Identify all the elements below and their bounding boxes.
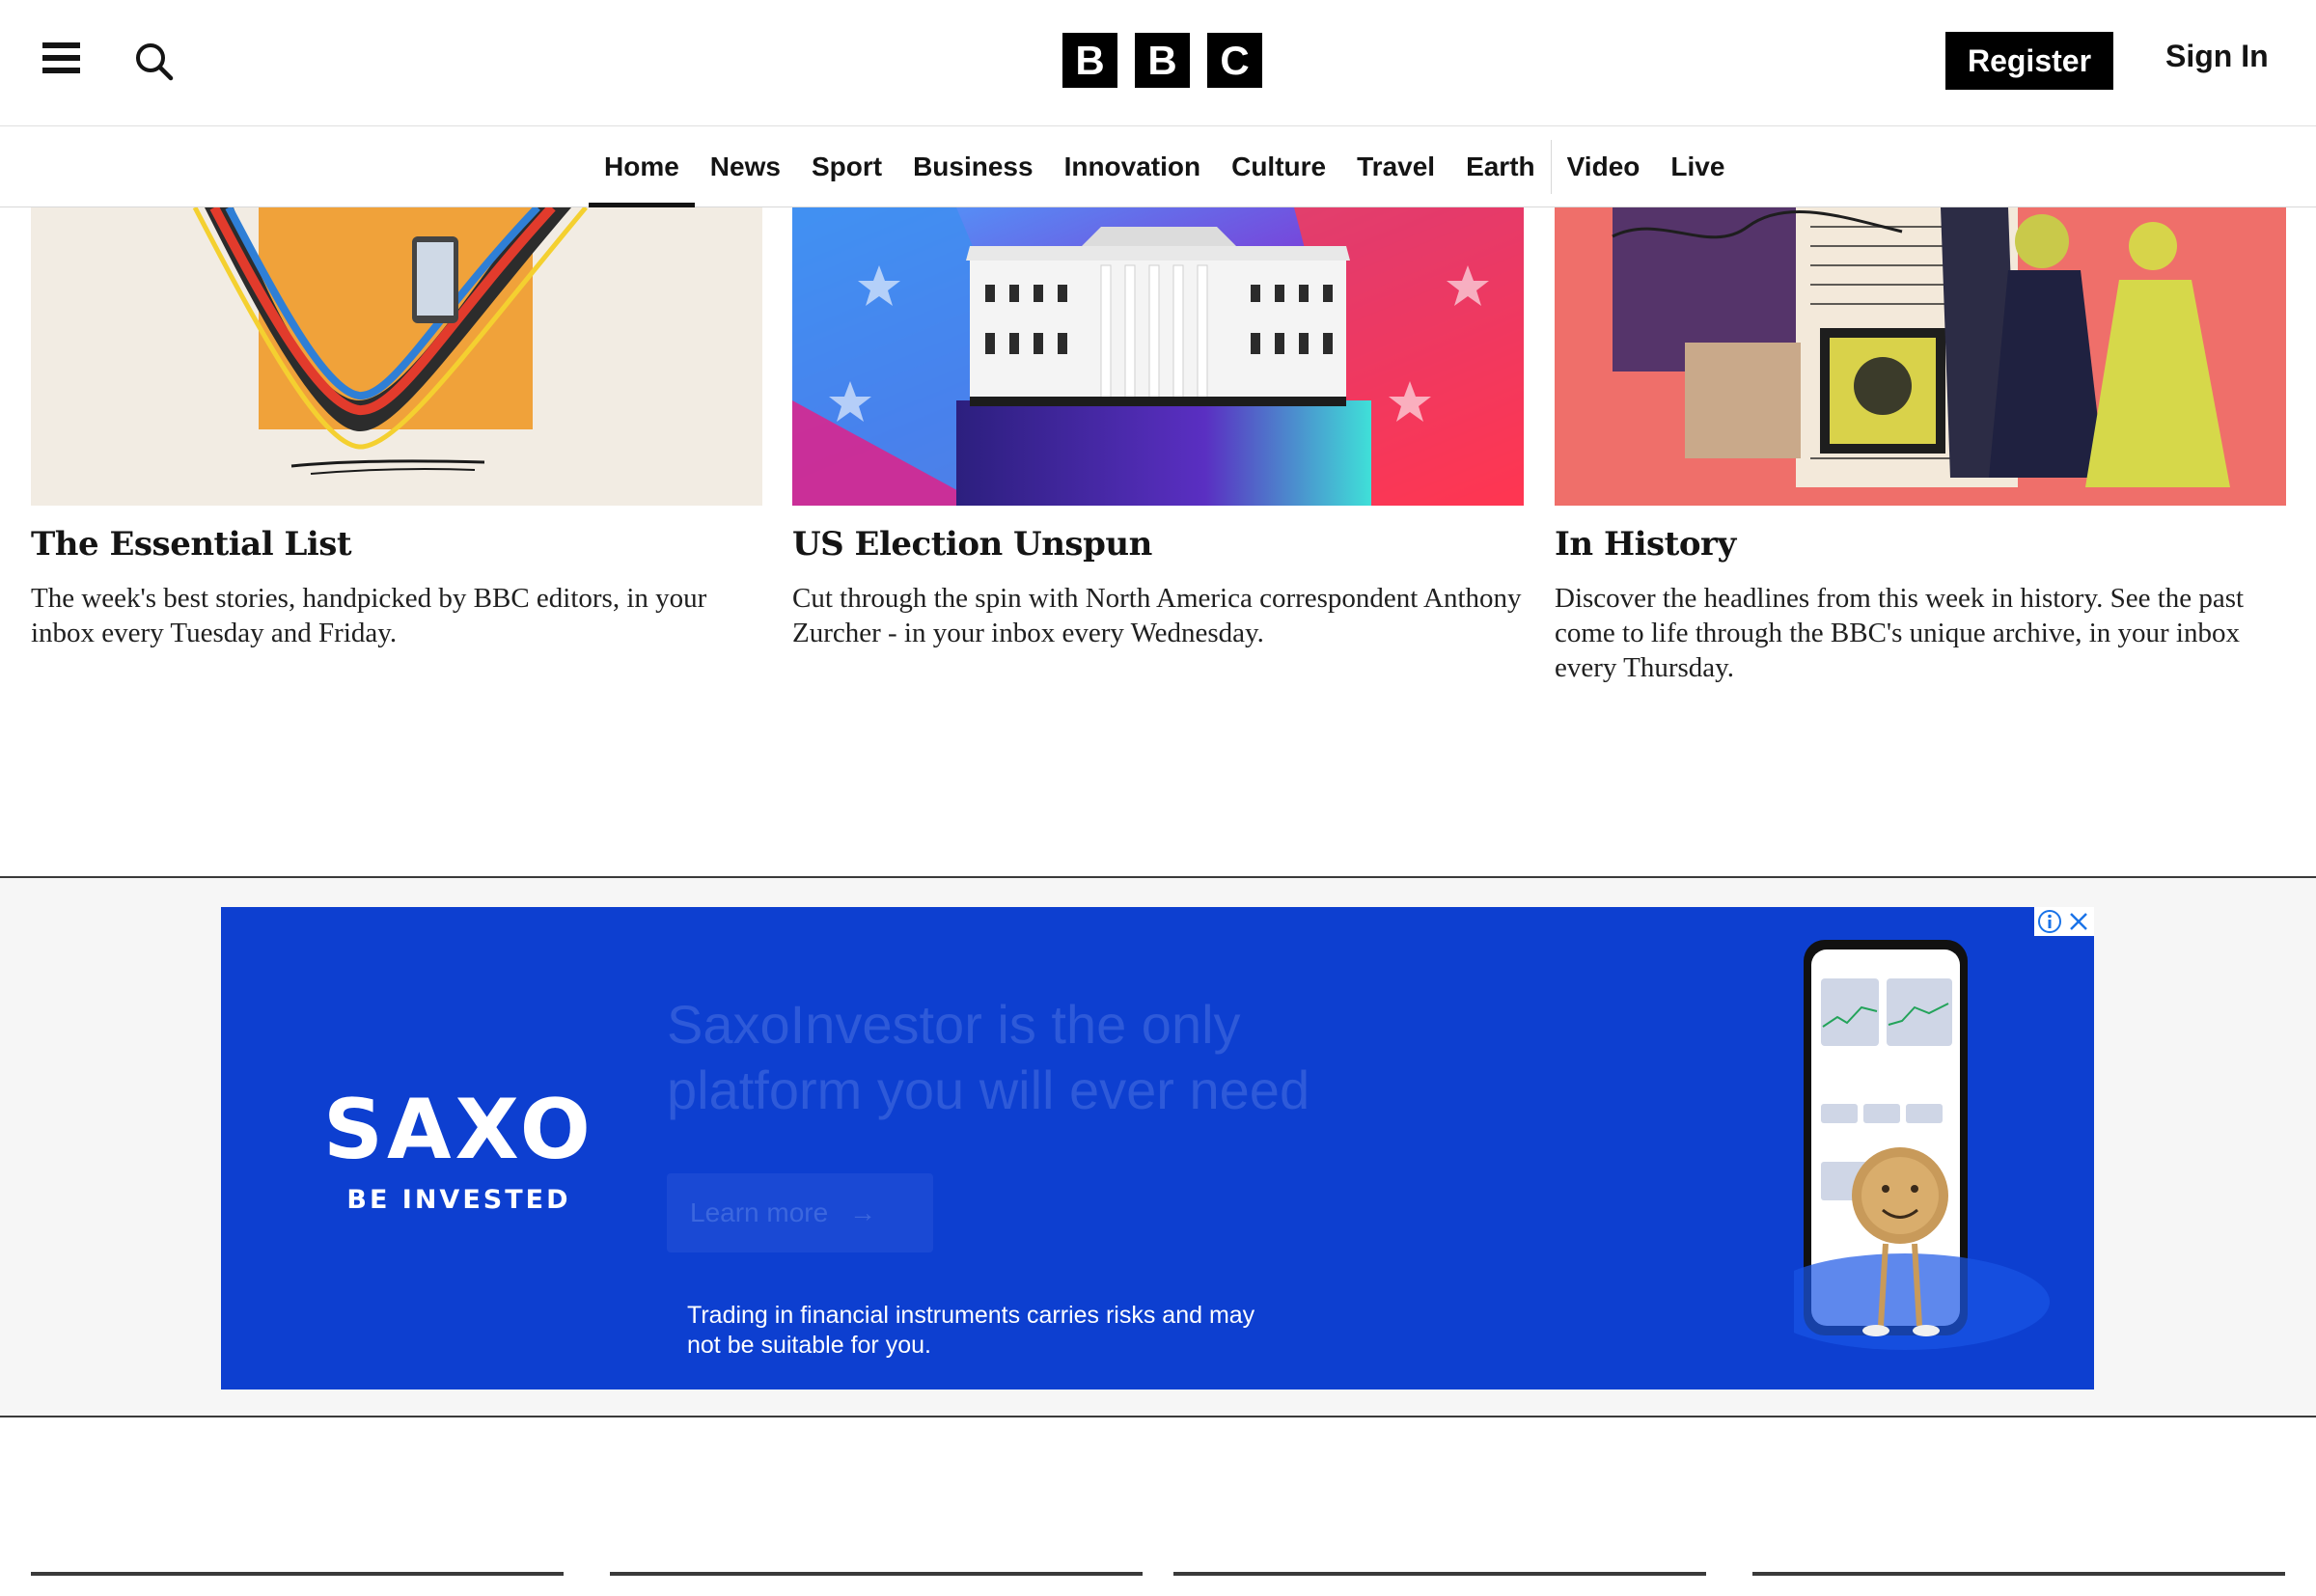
ad-brand: SAXO (323, 1082, 594, 1178)
section-divider (1752, 1572, 2285, 1576)
main-nav: Home News Sport Business Innovation Cult… (0, 126, 2316, 207)
newsletter-title[interactable]: In History (1555, 525, 2286, 564)
section-divider (610, 1572, 1143, 1576)
bbc-logo[interactable]: B B C (1062, 33, 1262, 88)
essential-list-image (31, 207, 762, 506)
newsletter-description: Cut through the spin with North America … (792, 583, 1522, 648)
ad-info-icon[interactable] (2037, 909, 2062, 934)
ad-close-icon[interactable] (2066, 909, 2091, 934)
us-election-unspun-image (792, 207, 1524, 506)
nav-item-sport[interactable]: Sport (796, 126, 897, 207)
newsletter-card-essential-list[interactable]: The Essential List The week's best stori… (31, 207, 762, 650)
saxo-logo: SAXO BE INVESTED (323, 1088, 594, 1215)
ad-tagline: BE INVESTED (346, 1185, 571, 1215)
nav-item-live[interactable]: Live (1655, 126, 1740, 207)
nav-item-innovation[interactable]: Innovation (1049, 126, 1217, 207)
register-button[interactable]: Register (1945, 32, 2113, 90)
ad-learn-more-button[interactable]: Learn more → (667, 1173, 933, 1252)
newsletter-card-us-election-unspun[interactable]: US Election Unspun Cut through the spin … (792, 207, 1524, 650)
ad-cta-label: Learn more (690, 1197, 829, 1227)
hamburger-menu-icon[interactable] (42, 42, 81, 81)
site-header: B B C Register Sign In (0, 0, 2316, 126)
search-icon[interactable] (133, 41, 176, 83)
newsletter-description: The week's best stories, handpicked by B… (31, 583, 707, 648)
section-divider (1173, 1572, 1706, 1576)
nav-item-earth[interactable]: Earth (1450, 126, 1551, 207)
newsletter-title[interactable]: US Election Unspun (792, 525, 1524, 564)
logo-letter: B (1062, 33, 1117, 88)
nav-item-news[interactable]: News (695, 126, 796, 207)
newsletter-description: Discover the headlines from this week in… (1555, 583, 2245, 683)
newsletter-card-in-history[interactable]: In History Discover the headlines from t… (1555, 207, 2286, 685)
arrow-right-icon: → (848, 1197, 876, 1227)
section-divider (31, 1572, 564, 1576)
ad-disclaimer: Trading in financial instruments carries… (687, 1302, 1255, 1359)
nav-item-video[interactable]: Video (1552, 126, 1656, 207)
phone-mockup-illustration (1794, 940, 2050, 1350)
sign-in-link[interactable]: Sign In (2165, 39, 2269, 74)
ad-headline: SaxoInvestor is the only platform you wi… (667, 994, 1310, 1120)
nav-item-culture[interactable]: Culture (1216, 126, 1341, 207)
nav-item-business[interactable]: Business (897, 126, 1049, 207)
logo-letter: C (1207, 33, 1262, 88)
nav-item-home[interactable]: Home (589, 126, 695, 207)
nav-item-travel[interactable]: Travel (1341, 126, 1450, 207)
in-history-image (1555, 207, 2286, 506)
logo-letter: B (1135, 33, 1190, 88)
ad-controls (2034, 907, 2094, 936)
newsletter-title[interactable]: The Essential List (31, 525, 762, 564)
advertisement-band: SAXO BE INVESTED SaxoInvestor is the onl… (0, 876, 2316, 1417)
saxo-advertisement[interactable]: SAXO BE INVESTED SaxoInvestor is the onl… (221, 907, 2094, 1390)
